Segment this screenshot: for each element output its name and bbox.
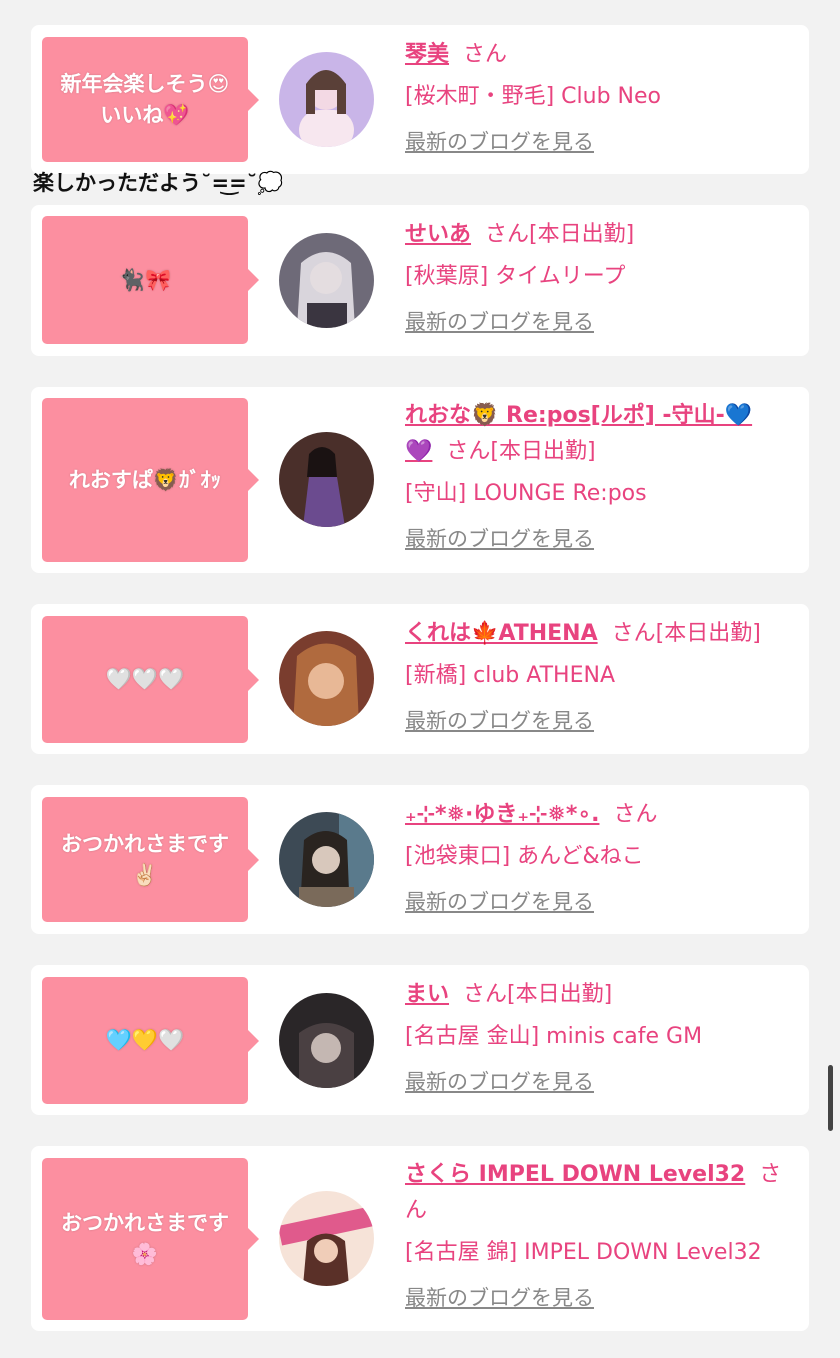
cast-name-link[interactable]: せいあ (405, 222, 471, 247)
message-card: 🐈‍⬛🎀 せいあ さん[本日出勤] [秋葉原] タイムリープ 最新のブログを見る (31, 205, 809, 356)
avatar[interactable] (279, 233, 374, 328)
cast-info: まい さん[本日出勤] [名古屋 金山] minis cafe GM 最新のブログ… (405, 977, 795, 1097)
shop-name: [池袋東口] あんど&ねこ (405, 844, 644, 869)
shop-name: [新橋] club ATHENA (405, 663, 615, 688)
latest-blog-link[interactable]: 最新のブログを見る (405, 307, 594, 337)
honorific: さん (463, 982, 508, 1007)
honorific: さん (463, 42, 508, 67)
cast-name-link[interactable]: くれは🍁ATHENA (405, 621, 598, 646)
avatar-image (279, 432, 374, 527)
latest-blog-link[interactable]: 最新のブログを見る (405, 887, 594, 917)
message-card: れおすぱ🦁ｶﾞｵｯ れおな🦁 Re:pos[ルポ] -守山-💙 💜 さん[本日出勤… (31, 387, 809, 573)
comment-text: れおすぱ🦁ｶﾞｵｯ (68, 467, 222, 492)
avatar[interactable] (279, 52, 374, 147)
comment-bubble: 🩵💛🤍 (42, 977, 259, 1104)
comment-bubble: おつかれさまです 🌸 (42, 1158, 259, 1320)
comment-bubble: おつかれさまです ✌🏻 (42, 797, 259, 922)
avatar-image (279, 233, 374, 328)
latest-blog-link[interactable]: 最新のブログを見る (405, 1067, 594, 1097)
message-card: 🩵💛🤍 まい さん[本日出勤] [名古屋 金山] minis cafe GM 最新… (31, 965, 809, 1115)
avatar[interactable] (279, 631, 374, 726)
honorific: さん (485, 222, 530, 247)
comment-bubble: れおすぱ🦁ｶﾞｵｯ (42, 398, 259, 562)
message-card: おつかれさまです 🌸 さくら IMPEL DOWN Level32 さ ん [名古… (31, 1146, 809, 1331)
latest-blog-link[interactable]: 最新のブログを見る (405, 524, 594, 554)
latest-blog-link[interactable]: 最新のブログを見る (405, 706, 594, 736)
cast-name-link[interactable]: ₊⊹*❅·ゆき₊⊹❅*∘. (405, 802, 599, 827)
comment-text: 🌸 (131, 1242, 159, 1266)
honorific: さん (613, 802, 658, 827)
latest-blog-link[interactable]: 最新のブログを見る (405, 127, 594, 157)
latest-blog-link[interactable]: 最新のブログを見る (405, 1283, 594, 1313)
status-badge: [本日出勤] (655, 621, 761, 646)
cast-name-link[interactable]: れおな🦁 Re:pos[ルポ] -守山-💙 (405, 403, 752, 428)
shop-name: [名古屋 錦] IMPEL DOWN Level32 (405, 1240, 762, 1265)
cast-info: くれは🍁ATHENA さん[本日出勤] [新橋] club ATHENA 最新のブ… (405, 616, 795, 736)
cast-info: ₊⊹*❅·ゆき₊⊹❅*∘. さん [池袋東口] あんど&ねこ 最新のブログを見る (405, 797, 795, 917)
message-card: おつかれさまです ✌🏻 ₊⊹*❅·ゆき₊⊹❅*∘. さん [池袋東口] あんど&ね… (31, 785, 809, 934)
comment-text: 新年会楽しそう😍 (60, 71, 230, 96)
comment-bubble: 🐈‍⬛🎀 (42, 216, 259, 344)
message-card: 新年会楽しそう😍 いいね💖 琴美 さん [桜木町・野毛] Club Neo 最新の… (31, 25, 809, 174)
cast-name-link[interactable]: まい (405, 982, 449, 1007)
comment-bubble: 🤍🤍🤍 (42, 616, 259, 743)
avatar-image (279, 812, 374, 907)
cast-info: せいあ さん[本日出勤] [秋葉原] タイムリープ 最新のブログを見る (405, 217, 795, 337)
cast-info: さくら IMPEL DOWN Level32 さ ん [名古屋 錦] IMPEL … (405, 1157, 795, 1313)
avatar[interactable] (279, 993, 374, 1088)
shop-name: [桜木町・野毛] Club Neo (405, 84, 661, 109)
message-card: 🤍🤍🤍 くれは🍁ATHENA さん[本日出勤] [新橋] club ATHENA … (31, 604, 809, 754)
cast-name-link[interactable]: 琴美 (405, 42, 449, 67)
scrollbar[interactable] (828, 1065, 833, 1131)
floating-caption: 楽しかっただよう˘=͜=˘💭 (33, 171, 284, 195)
avatar-image (279, 1191, 374, 1286)
avatar[interactable] (279, 1191, 374, 1286)
comment-text: 🩵💛🤍 (105, 1028, 185, 1052)
cast-name-link[interactable]: 💜 (405, 439, 432, 464)
comment-bubble: 新年会楽しそう😍 いいね💖 (42, 37, 259, 162)
comment-text: 🐈‍⬛🎀 (118, 267, 172, 292)
avatar-image (279, 52, 374, 147)
shop-name: [名古屋 金山] minis cafe GM (405, 1024, 703, 1049)
cast-info: れおな🦁 Re:pos[ルポ] -守山-💙 💜 さん[本日出勤] [守山] LOU… (405, 398, 795, 554)
avatar-image (279, 993, 374, 1088)
comment-text: おつかれさまです (61, 1211, 229, 1235)
status-badge: [本日出勤] (529, 222, 635, 247)
cast-name-link[interactable]: さくら IMPEL DOWN Level32 (405, 1162, 745, 1187)
shop-name: [秋葉原] タイムリープ (405, 264, 626, 289)
honorific: さ (759, 1162, 782, 1187)
comment-text: いいね💖 (100, 102, 190, 127)
shop-name: [守山] LOUNGE Re:pos (405, 481, 647, 506)
status-badge: [本日出勤] (507, 982, 613, 1007)
avatar[interactable] (279, 812, 374, 907)
honorific: さん (611, 621, 656, 646)
status-badge: [本日出勤] (490, 439, 596, 464)
avatar-image (279, 631, 374, 726)
honorific: ん (405, 1198, 428, 1223)
avatar[interactable] (279, 432, 374, 527)
cast-info: 琴美 さん [桜木町・野毛] Club Neo 最新のブログを見る (405, 37, 795, 157)
comment-text: ✌🏻 (131, 862, 159, 887)
comment-text: おつかれさまです (61, 831, 229, 856)
honorific: さん (446, 439, 491, 464)
comment-text: 🤍🤍🤍 (105, 667, 185, 691)
